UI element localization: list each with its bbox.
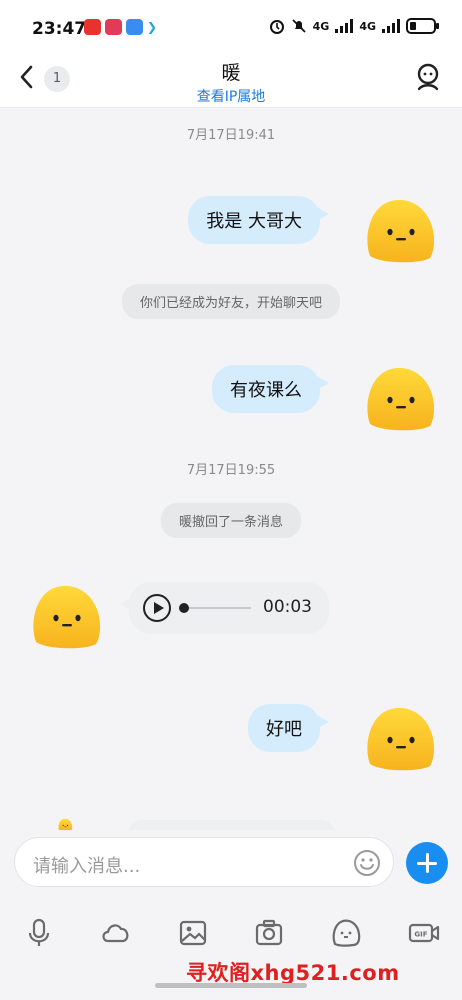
microphone-icon[interactable] — [24, 918, 54, 948]
message-bubble-outgoing[interactable]: 有夜课么 — [212, 365, 329, 413]
composer-bar: 请输入消息... — [0, 830, 462, 892]
message-input[interactable]: 请输入消息... — [14, 837, 394, 887]
system-notice: 暖撤回了一条消息 — [160, 503, 302, 538]
camera-icon[interactable] — [254, 918, 284, 948]
sticker-icon[interactable] — [331, 918, 361, 948]
battery-icon — [406, 18, 439, 34]
app-icon-pig — [105, 19, 122, 35]
timestamp: 7月17日19:55 — [186, 463, 276, 478]
emoji-icon[interactable] — [353, 849, 381, 877]
app-icon-bird: ❯ — [147, 20, 158, 34]
voice-duration: 00:03 — [263, 597, 312, 617]
app-icon-bag — [126, 19, 143, 35]
contact-name: 暖 — [221, 62, 241, 84]
voice-progress-knob[interactable] — [179, 603, 189, 613]
voice-message-bubble[interactable]: 00:03 — [120, 582, 329, 634]
signal-label-1: 4G — [312, 19, 330, 33]
voice-progress-track — [181, 607, 251, 609]
clock: 23:47 — [32, 19, 87, 39]
svg-text:GIF: GIF — [414, 931, 427, 939]
alarm-icon — [269, 20, 284, 34]
chat-header: 1 暖 查看IP属地 — [0, 56, 462, 108]
contact-avatar[interactable] — [28, 582, 102, 650]
image-icon[interactable] — [178, 918, 208, 948]
gif-icon[interactable]: GIF — [408, 918, 440, 948]
timestamp: 7月17日19:41 — [186, 128, 276, 143]
home-indicator[interactable] — [155, 983, 307, 988]
signal-label-2: 4G — [359, 19, 376, 33]
signal-bars-icon — [382, 19, 400, 33]
input-placeholder: 请输入消息... — [33, 856, 141, 877]
profile-icon[interactable] — [414, 62, 442, 92]
status-right: 4G 4G — [269, 18, 440, 34]
my-avatar[interactable] — [362, 704, 436, 772]
ip-location-link[interactable]: 查看IP属地 — [0, 86, 462, 106]
system-notice: 你们已经成为好友，开始聊天吧 — [121, 284, 341, 319]
app-icon-red — [84, 19, 101, 35]
mute-icon — [291, 19, 306, 33]
play-icon[interactable] — [143, 594, 171, 622]
my-avatar[interactable] — [362, 364, 436, 432]
notification-icons: ❯ — [84, 19, 164, 35]
message-bubble-outgoing[interactable]: 好吧 — [248, 704, 329, 752]
message-bubble-outgoing[interactable]: 我是 大哥大 — [188, 196, 329, 244]
status-bar: 23:47 ❯ 4G 4G — [0, 0, 462, 56]
signal-bars-icon — [335, 19, 354, 33]
cloud-icon[interactable] — [100, 918, 132, 948]
more-actions-button[interactable] — [406, 842, 448, 884]
my-avatar[interactable] — [362, 196, 436, 264]
